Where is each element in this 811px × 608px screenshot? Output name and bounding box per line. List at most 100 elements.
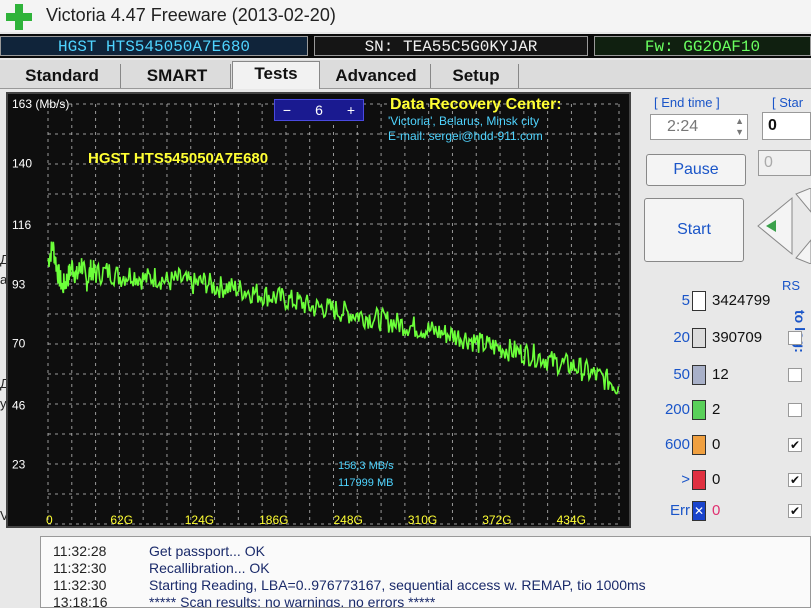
legend-count: 390709 bbox=[712, 329, 763, 346]
scale-decrease-button[interactable]: − bbox=[275, 100, 299, 120]
direction-pad bbox=[757, 188, 811, 264]
log-time: 11:32:28 bbox=[53, 543, 107, 559]
x-tick-label: 372G bbox=[482, 513, 511, 526]
legend-limit: 50 bbox=[673, 366, 690, 383]
legend-swatch bbox=[692, 328, 706, 348]
end-time-spin-up-icon[interactable]: ▲ bbox=[735, 116, 744, 126]
scale-value: 6 bbox=[315, 102, 323, 118]
legend-row-20ms: 20 390709 bbox=[640, 325, 811, 353]
drive-info-bar: HGST HTS545050A7E680 SN: TEA55C5G0KYJAR … bbox=[0, 34, 811, 58]
log-checkbox[interactable] bbox=[788, 368, 802, 382]
log-time: 13:18:16 bbox=[53, 594, 108, 608]
title-bar: Victoria 4.47 Freeware (2013-02-20) bbox=[0, 0, 811, 32]
secondary-value-input[interactable]: 0 bbox=[758, 150, 811, 176]
legend-row-err: Err ✕ 0 ✔ bbox=[640, 498, 811, 526]
tab-setup[interactable]: Setup bbox=[434, 64, 519, 88]
legend-swatch bbox=[692, 435, 706, 455]
legend-count: 0 bbox=[712, 436, 721, 453]
legend-count: 2 bbox=[712, 401, 721, 418]
log-message: ***** Scan results: no warnings, no erro… bbox=[149, 594, 436, 608]
secondary-value: 0 bbox=[764, 154, 773, 171]
y-tick-label: 93 bbox=[12, 277, 26, 291]
tab-bar: Standard SMART Tests Advanced Setup bbox=[0, 60, 811, 89]
direction-up-arrow-icon[interactable] bbox=[795, 188, 811, 213]
app-logo-icon bbox=[6, 4, 32, 30]
log-time: 11:32:30 bbox=[53, 577, 107, 593]
recovery-center-location: 'Victoria', Belarus, Minsk city bbox=[388, 114, 540, 128]
drive-model: HGST HTS545050A7E680 bbox=[0, 36, 308, 56]
x-tick-label: 434G bbox=[557, 513, 586, 526]
error-x-icon: ✕ bbox=[692, 501, 706, 521]
end-time-label: [ End time ] bbox=[654, 95, 720, 110]
legend-count: 0 bbox=[712, 502, 721, 519]
log-checkbox[interactable]: ✔ bbox=[788, 504, 802, 518]
legend-limit: 200 bbox=[664, 401, 690, 418]
legend-row-200ms: 200 2 bbox=[640, 397, 811, 425]
y-tick-label: 70 bbox=[12, 337, 26, 351]
current-position: 117999 MB bbox=[338, 477, 394, 489]
legend-limit: 600 bbox=[664, 436, 690, 453]
x-tick-label: 248G bbox=[333, 513, 362, 526]
x-tick-label: 124G bbox=[185, 513, 214, 526]
legend-swatch bbox=[692, 400, 706, 420]
legend-swatch bbox=[692, 470, 706, 490]
log-entry: 11:32:30 Recallibration... OK bbox=[53, 560, 270, 578]
log-entry: 13:18:16 ***** Scan results: no warnings,… bbox=[53, 594, 436, 608]
log-checkbox[interactable]: ✔ bbox=[788, 473, 802, 487]
x-tick-label: 186G bbox=[259, 513, 288, 526]
legend-limit: > bbox=[681, 471, 690, 488]
speed-graph: 140 116 93 70 46 23 0 62G 124G 186G 248G 310G 372G 43… bbox=[6, 92, 631, 528]
tab-advanced[interactable]: Advanced bbox=[322, 64, 431, 88]
log-time: 11:32:30 bbox=[53, 560, 107, 576]
drive-firmware: Fw: GG2OAF10 bbox=[594, 36, 811, 56]
log-checkbox[interactable]: ✔ bbox=[788, 438, 802, 452]
tab-tests[interactable]: Tests bbox=[232, 61, 320, 89]
y-tick-label: 23 bbox=[12, 458, 26, 472]
tab-standard[interactable]: Standard bbox=[4, 64, 121, 88]
y-tick-label: 116 bbox=[12, 218, 31, 232]
legend-limit: 5 bbox=[681, 292, 690, 309]
legend-count: 3424799 bbox=[712, 292, 771, 309]
end-time-input[interactable]: 2:24 ▲ ▼ bbox=[650, 114, 748, 140]
graph-scale-stepper: − 6 + bbox=[274, 99, 364, 121]
x-tick-label: 310G bbox=[408, 513, 437, 526]
log-checkbox[interactable] bbox=[788, 403, 802, 417]
legend-swatch bbox=[692, 291, 706, 311]
test-control-panel: [ End time ] [ Star 2:24 ▲ ▼ 0 Pause 0 S… bbox=[640, 92, 811, 528]
drive-serial: SN: TEA55C5G0KYJAR bbox=[314, 36, 588, 56]
start-lba-label: [ Star bbox=[772, 95, 804, 110]
legend-row-600ms: 600 0 ✔ bbox=[640, 432, 811, 460]
pause-button[interactable]: Pause bbox=[646, 154, 746, 186]
log-checkbox[interactable] bbox=[788, 331, 802, 345]
legend-limit: Err bbox=[670, 502, 690, 519]
end-time-value: 2:24 bbox=[667, 118, 699, 135]
recovery-center-email: E-mail: sergei@hdd-911.com bbox=[388, 129, 543, 143]
legend-row-5ms: 5 3424799 bbox=[640, 288, 811, 316]
legend-count: 0 bbox=[712, 471, 721, 488]
event-log[interactable]: 11:32:28 Get passport... OK 11:32:30 Recal… bbox=[40, 536, 811, 608]
window-title: Victoria 4.47 Freeware (2013-02-20) bbox=[46, 5, 336, 25]
tab-smart[interactable]: SMART bbox=[124, 64, 231, 88]
end-time-spin-down-icon[interactable]: ▼ bbox=[735, 127, 744, 137]
y-axis-unit-label: 163 (Mb/s) bbox=[12, 97, 70, 111]
direction-down-arrow-icon[interactable] bbox=[795, 239, 811, 264]
legend-swatch bbox=[692, 365, 706, 385]
current-speed: 158,3 MB/s bbox=[338, 460, 394, 472]
scale-increase-button[interactable]: + bbox=[339, 100, 363, 120]
start-button[interactable]: Start bbox=[644, 198, 744, 262]
x-tick-label: 0 bbox=[46, 513, 53, 526]
legend-row-over: > 0 ✔ bbox=[640, 467, 811, 495]
y-tick-label: 46 bbox=[12, 398, 26, 412]
start-lba-value: 0 bbox=[768, 117, 777, 134]
legend-row-50ms: 50 12 bbox=[640, 362, 811, 390]
log-message: Get passport... OK bbox=[149, 543, 265, 559]
log-message: Recallibration... OK bbox=[149, 560, 270, 576]
recovery-center-title: Data Recovery Center: bbox=[390, 96, 562, 113]
start-lba-input[interactable]: 0 bbox=[762, 112, 811, 140]
log-entry: 11:32:30 Starting Reading, LBA=0..9767731… bbox=[53, 577, 646, 595]
y-tick-label: 140 bbox=[12, 156, 32, 170]
log-entry: 11:32:28 Get passport... OK bbox=[53, 543, 265, 561]
x-tick-label: 62G bbox=[110, 513, 133, 526]
graph-drive-label: HGST HTS545050A7E680 bbox=[88, 150, 269, 167]
legend-limit: 20 bbox=[673, 329, 690, 346]
